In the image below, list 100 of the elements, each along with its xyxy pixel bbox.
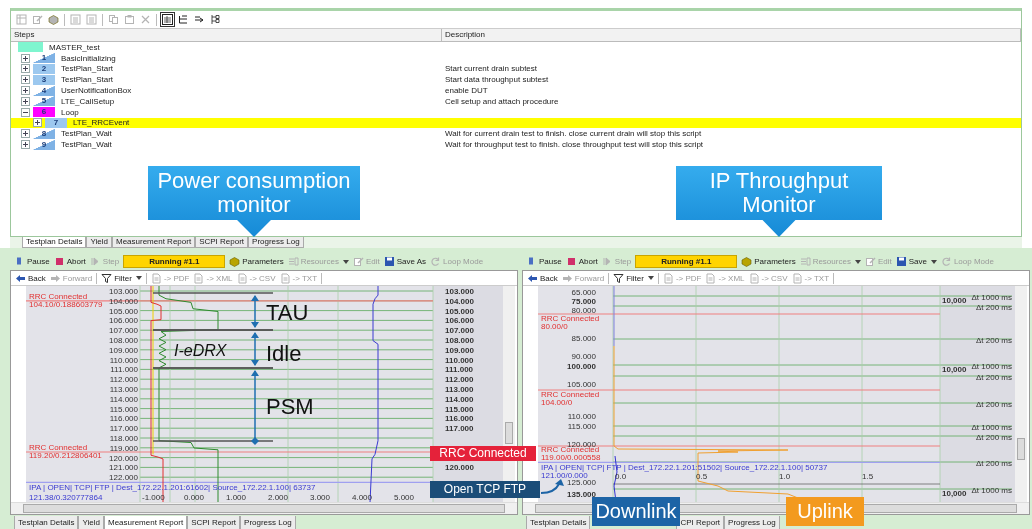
axis-label: 115.000 [445, 404, 474, 414]
axis-label: 0.000 [184, 493, 205, 502]
step-label[interactable]: Loop [61, 107, 79, 117]
tab[interactable]: Testplan Details [526, 516, 591, 529]
axis-label: 80.000 [571, 306, 596, 315]
step-description: Start current drain subtest [445, 64, 538, 74]
step-description: Start data throughput subtest [445, 75, 549, 85]
scrollbar[interactable] [11, 502, 517, 514]
toolbar-button[interactable]: Back [15, 272, 46, 284]
delta-label: Δt 200 ms [975, 303, 1012, 312]
collapse-icon[interactable] [21, 107, 30, 117]
expand-icon[interactable] [21, 75, 30, 85]
step-label[interactable]: TestPlan_Start [61, 75, 114, 85]
step-label[interactable]: LTE_RRCEvent [73, 118, 130, 128]
toolbar-button[interactable]: Save [895, 256, 937, 267]
event-label: RRC Connected [541, 390, 600, 399]
axis-label: 111.000 [110, 365, 138, 375]
column-header[interactable]: Description [442, 29, 1021, 41]
toolbar-button[interactable]: Abort [53, 256, 86, 267]
step-label[interactable]: TestPlan_Start [61, 64, 114, 74]
grid-icon [162, 14, 173, 25]
axis-label: 121.000 [109, 463, 138, 473]
edit-icon [352, 256, 364, 267]
expand-icon[interactable] [21, 129, 30, 139]
axis-label: 104.000 [445, 296, 474, 306]
delta-label: Δt 200 ms [975, 459, 1012, 468]
axis-label: 1.000 [226, 493, 247, 502]
toolbar-button[interactable] [160, 12, 175, 27]
axis-label: 116.000 [109, 414, 138, 424]
axis-label: 107.000 [445, 326, 474, 336]
delta-label: Δt 1000 ms [971, 293, 1012, 302]
axis-label: 120.000 [445, 463, 474, 473]
tab[interactable]: Measurement Report [104, 516, 188, 529]
axis-label: 10,000 [942, 365, 967, 374]
axis-label: 125.000 [567, 478, 596, 487]
step-description: enable DUT [445, 86, 488, 96]
axis-label: 106.000 [445, 316, 474, 326]
toolbar-button[interactable]: Filter [101, 272, 142, 284]
event-value: 121.38/0.320777864 [29, 493, 103, 502]
scrollbar[interactable] [1015, 286, 1027, 502]
delete-icon [140, 14, 151, 25]
expand-icon[interactable] [21, 140, 30, 150]
tab[interactable]: SCPI Report [187, 516, 241, 529]
callout-tooltip: Open TCP FTP [430, 481, 540, 498]
step-icon [89, 256, 101, 267]
event-label: RRC Connected [29, 292, 88, 301]
toolbar-button[interactable]: Abort [565, 256, 598, 267]
cube-icon [48, 14, 59, 25]
step-label[interactable]: LTE_CallSetup [61, 96, 115, 106]
axis-label: 85.000 [571, 334, 596, 343]
filter-icon [101, 272, 113, 284]
toolbar-button[interactable] [208, 12, 223, 27]
clipboard-icon [124, 14, 135, 25]
tab[interactable]: Yield [78, 516, 104, 529]
list-icon [70, 14, 81, 25]
save-icon [383, 256, 395, 267]
event-value: 80.00/0 [541, 322, 568, 331]
axis-label: 112.000 [445, 375, 474, 385]
tab[interactable]: Testplan Details [14, 516, 79, 529]
toolbar-button[interactable]: Pause [14, 256, 50, 267]
toolbar-button[interactable]: Save As [383, 256, 427, 267]
phase-label: PSM [266, 394, 314, 419]
tab[interactable]: Progress Log [240, 516, 296, 529]
toolbar-button[interactable]: Filter [613, 272, 654, 284]
axis-label: 109.000 [445, 345, 474, 355]
expand-icon[interactable] [21, 86, 30, 96]
step-label[interactable]: TestPlan_Wait [61, 129, 112, 139]
stop-icon [565, 256, 577, 267]
list-icon [86, 14, 97, 25]
list-icon [799, 256, 811, 267]
step-number: 3 [33, 74, 55, 85]
expand-icon[interactable] [33, 118, 42, 128]
toolbar-button[interactable]: Back [527, 272, 558, 284]
axis-label: 115.000 [567, 422, 596, 431]
tab[interactable]: Progress Log [724, 516, 780, 529]
step-label[interactable]: MASTER_test [49, 42, 100, 52]
expand-icon[interactable] [21, 96, 30, 106]
delta-label: Δt 1000 ms [971, 423, 1012, 432]
step-label[interactable]: UserNotificationBox [61, 86, 132, 96]
expand-icon[interactable] [21, 53, 30, 63]
axis-label: 114.000 [109, 394, 138, 404]
axis-label: 118.000 [109, 434, 138, 443]
status-indicator: Running #1.1 [635, 255, 738, 268]
toolbar-button[interactable]: Pause [526, 256, 562, 267]
event-label: RRC Connected [541, 314, 600, 323]
toolbar-button[interactable]: Parameters [229, 256, 284, 267]
axis-label: 117.000 [109, 424, 138, 434]
axis-label: 116.000 [445, 414, 474, 424]
expand-icon[interactable] [21, 64, 30, 74]
delta-label: Δt 200 ms [975, 336, 1012, 345]
column-header[interactable]: Steps [11, 29, 442, 41]
step-label[interactable]: TestPlan_Wait [61, 140, 112, 150]
tab[interactable]: CPI Report [676, 516, 725, 529]
filter-icon [613, 272, 625, 284]
step-number: 4 [33, 85, 55, 96]
axis-label: 115.000 [109, 404, 138, 414]
toolbar-button[interactable]: Parameters [741, 256, 796, 267]
step-label[interactable]: BasicInitializing [61, 53, 116, 63]
status-indicator: Running #1.1 [123, 255, 226, 268]
right-arrow-icon [49, 272, 61, 284]
